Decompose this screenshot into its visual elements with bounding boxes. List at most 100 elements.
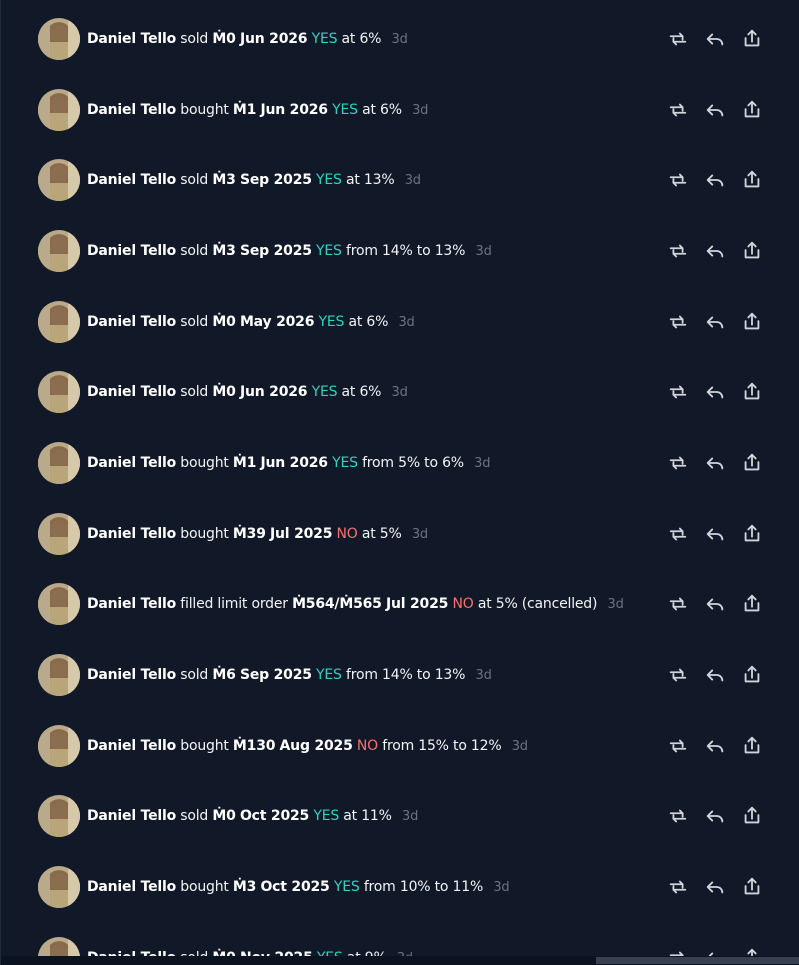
- avatar[interactable]: [38, 301, 80, 343]
- market-month[interactable]: Jun 2026: [260, 102, 328, 118]
- share-icon[interactable]: [741, 311, 763, 333]
- user-name[interactable]: Daniel Tello: [87, 31, 176, 47]
- timestamp[interactable]: 3d: [412, 103, 428, 118]
- avatar[interactable]: [38, 159, 80, 201]
- row-actions: [667, 449, 763, 477]
- repost-icon[interactable]: [667, 240, 689, 262]
- reply-icon[interactable]: [704, 240, 726, 262]
- market-month[interactable]: Jun 2026: [260, 455, 328, 471]
- reply-icon[interactable]: [704, 381, 726, 403]
- user-name[interactable]: Daniel Tello: [87, 526, 176, 542]
- avatar[interactable]: [38, 513, 80, 555]
- share-icon[interactable]: [741, 523, 763, 545]
- market-month[interactable]: Sep 2025: [240, 172, 312, 188]
- user-name[interactable]: Daniel Tello: [87, 596, 176, 612]
- avatar[interactable]: [38, 795, 80, 837]
- reply-icon[interactable]: [704, 99, 726, 121]
- repost-icon[interactable]: [667, 311, 689, 333]
- share-icon[interactable]: [741, 735, 763, 757]
- market-month[interactable]: Jul 2025: [270, 526, 332, 542]
- timestamp[interactable]: 3d: [493, 880, 509, 895]
- timestamp[interactable]: 3d: [476, 668, 492, 683]
- user-name[interactable]: Daniel Tello: [87, 102, 176, 118]
- avatar[interactable]: [38, 583, 80, 625]
- avatar[interactable]: [38, 654, 80, 696]
- horizontal-scrollbar[interactable]: [1, 956, 799, 965]
- user-name[interactable]: Daniel Tello: [87, 808, 176, 824]
- repost-icon[interactable]: [667, 28, 689, 50]
- user-name[interactable]: Daniel Tello: [87, 172, 176, 188]
- reply-icon[interactable]: [704, 311, 726, 333]
- timestamp[interactable]: 3d: [402, 809, 418, 824]
- repost-icon[interactable]: [667, 805, 689, 827]
- avatar[interactable]: [38, 442, 80, 484]
- market-month[interactable]: Jun 2026: [240, 31, 308, 47]
- avatar[interactable]: [38, 866, 80, 908]
- repost-icon[interactable]: [667, 593, 689, 615]
- market-month[interactable]: Oct 2025: [240, 808, 309, 824]
- avatar[interactable]: [38, 371, 80, 413]
- user-name[interactable]: Daniel Tello: [87, 384, 176, 400]
- repost-icon[interactable]: [667, 99, 689, 121]
- timestamp[interactable]: 3d: [405, 173, 421, 188]
- user-name[interactable]: Daniel Tello: [87, 455, 176, 471]
- market-month[interactable]: Jul 2025: [386, 596, 448, 612]
- market-month[interactable]: Sep 2025: [240, 243, 312, 259]
- reply-icon[interactable]: [704, 523, 726, 545]
- reply-icon[interactable]: [704, 28, 726, 50]
- outcome-label: YES: [313, 808, 340, 824]
- reply-icon[interactable]: [704, 805, 726, 827]
- activity-text: Daniel Tello bought Ṁ3 Oct 2025 YES from…: [87, 848, 510, 926]
- share-icon[interactable]: [741, 28, 763, 50]
- market-month[interactable]: Jun 2026: [240, 384, 308, 400]
- reply-icon[interactable]: [704, 169, 726, 191]
- market-month[interactable]: Sep 2025: [240, 667, 312, 683]
- trade-verb: sold: [180, 31, 209, 47]
- reply-icon[interactable]: [704, 876, 726, 898]
- scrollbar-thumb[interactable]: [596, 957, 799, 964]
- market-month[interactable]: May 2026: [240, 314, 315, 330]
- avatar[interactable]: [38, 725, 80, 767]
- repost-icon[interactable]: [667, 452, 689, 474]
- share-icon[interactable]: [741, 805, 763, 827]
- reply-icon[interactable]: [704, 452, 726, 474]
- reply-icon[interactable]: [704, 735, 726, 757]
- user-name[interactable]: Daniel Tello: [87, 667, 176, 683]
- market-month[interactable]: Oct 2025: [260, 879, 329, 895]
- share-icon[interactable]: [741, 593, 763, 615]
- reply-icon[interactable]: [704, 593, 726, 615]
- timestamp[interactable]: 3d: [412, 527, 428, 542]
- avatar[interactable]: [38, 230, 80, 272]
- repost-icon[interactable]: [667, 523, 689, 545]
- repost-icon[interactable]: [667, 169, 689, 191]
- user-name[interactable]: Daniel Tello: [87, 738, 176, 754]
- reply-icon[interactable]: [704, 664, 726, 686]
- repost-icon[interactable]: [667, 876, 689, 898]
- share-icon[interactable]: [741, 381, 763, 403]
- timestamp[interactable]: 3d: [392, 385, 408, 400]
- share-icon[interactable]: [741, 240, 763, 262]
- avatar[interactable]: [38, 89, 80, 131]
- trade-row: Daniel Tello bought Ṁ1 Jun 2026 YES at 6…: [1, 71, 799, 141]
- share-icon[interactable]: [741, 169, 763, 191]
- outcome-label: YES: [311, 31, 338, 47]
- share-icon[interactable]: [741, 664, 763, 686]
- avatar[interactable]: [38, 18, 80, 60]
- timestamp[interactable]: 3d: [476, 244, 492, 259]
- trade-verb: sold: [180, 667, 209, 683]
- market-month[interactable]: Aug 2025: [280, 738, 353, 754]
- repost-icon[interactable]: [667, 735, 689, 757]
- user-name[interactable]: Daniel Tello: [87, 879, 176, 895]
- share-icon[interactable]: [741, 876, 763, 898]
- user-name[interactable]: Daniel Tello: [87, 314, 176, 330]
- share-icon[interactable]: [741, 452, 763, 474]
- timestamp[interactable]: 3d: [398, 315, 414, 330]
- user-name[interactable]: Daniel Tello: [87, 243, 176, 259]
- timestamp[interactable]: 3d: [474, 456, 490, 471]
- timestamp[interactable]: 3d: [512, 739, 528, 754]
- timestamp[interactable]: 3d: [392, 32, 408, 47]
- repost-icon[interactable]: [667, 381, 689, 403]
- repost-icon[interactable]: [667, 664, 689, 686]
- share-icon[interactable]: [741, 99, 763, 121]
- timestamp[interactable]: 3d: [608, 597, 624, 612]
